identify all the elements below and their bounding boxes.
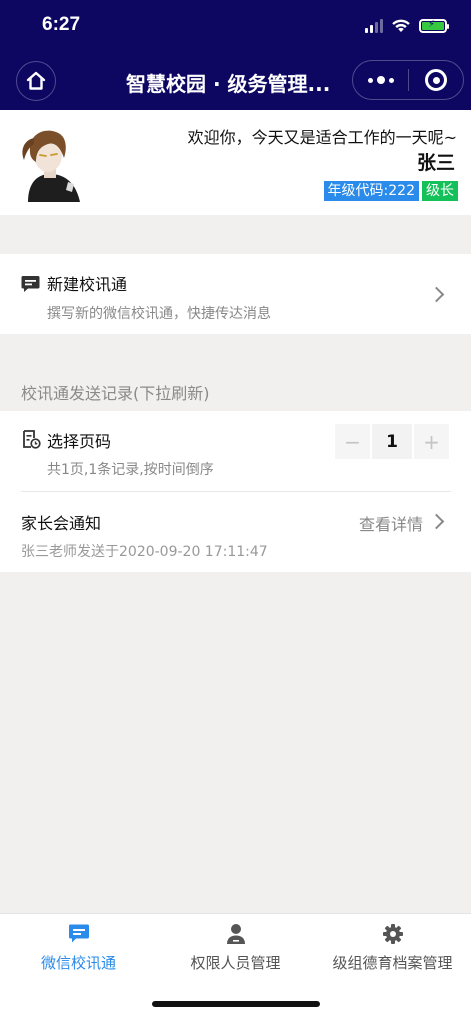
user-name: 张三 bbox=[416, 152, 455, 174]
document-clock-icon bbox=[23, 430, 41, 449]
page-select-title: 选择页码 bbox=[47, 432, 112, 451]
signal-icon bbox=[365, 19, 383, 33]
new-message-desc: 撰写新的微信校讯通，快捷传达消息 bbox=[47, 306, 271, 322]
user-card: 欢迎你，今天又是适合工作的一天呢~ 张三 年级代码:222 级长 bbox=[0, 110, 471, 215]
miniprogram-capsule bbox=[352, 60, 464, 100]
person-icon bbox=[226, 924, 245, 944]
home-icon bbox=[26, 71, 46, 90]
tab-label: 级组德育档案管理 bbox=[332, 954, 453, 972]
role-badge: 级长 bbox=[422, 181, 458, 201]
page-stepper: − 1 + bbox=[335, 424, 449, 459]
tab-wechat-message[interactable]: 微信校讯通 bbox=[0, 922, 157, 973]
top-header: 6:27 ⚡ 智慧校园 · 级务管理... bbox=[0, 0, 471, 110]
record-title: 家长会通知 bbox=[21, 514, 102, 533]
gear-icon bbox=[382, 924, 403, 944]
records-section-title: 校讯通发送记录(下拉刷新) bbox=[21, 384, 210, 403]
new-message-title: 新建校讯通 bbox=[47, 275, 128, 294]
home-button[interactable] bbox=[16, 61, 56, 101]
wifi-icon bbox=[392, 19, 410, 32]
page-title: 智慧校园 · 级务管理... bbox=[126, 72, 331, 96]
records-panel: 选择页码 共1页,1条记录,按时间倒序 − 1 + 家长会通知 张三老师发送于2… bbox=[0, 411, 471, 572]
stepper-value[interactable]: 1 bbox=[372, 424, 412, 459]
page-select-desc: 共1页,1条记录,按时间倒序 bbox=[47, 462, 214, 478]
dot-icon bbox=[376, 76, 385, 84]
user-badges: 年级代码:222 级长 bbox=[323, 181, 458, 201]
stepper-minus-button[interactable]: − bbox=[335, 424, 370, 459]
message-icon bbox=[21, 276, 40, 292]
dot-icon bbox=[388, 77, 394, 83]
tab-permission-staff[interactable]: 权限人员管理 bbox=[157, 922, 314, 973]
view-details-link[interactable]: 查看详情 bbox=[359, 511, 423, 535]
status-icons: ⚡ bbox=[365, 16, 449, 36]
avatar bbox=[22, 130, 80, 202]
battery-icon: ⚡ bbox=[419, 19, 449, 33]
tab-moral-archive[interactable]: 级组德育档案管理 bbox=[314, 922, 471, 973]
close-target-icon bbox=[425, 69, 447, 91]
message-icon bbox=[68, 924, 89, 943]
close-button[interactable] bbox=[409, 69, 463, 91]
chevron-right-icon bbox=[428, 513, 445, 530]
dot-icon bbox=[367, 77, 373, 83]
chevron-right-icon bbox=[428, 286, 445, 303]
record-sender-time: 张三老师发送于2020-09-20 17:11:47 bbox=[21, 544, 268, 560]
new-message-cell[interactable]: 新建校讯通 撰写新的微信校讯通，快捷传达消息 bbox=[0, 254, 471, 334]
status-time: 6:27 bbox=[42, 14, 81, 35]
home-indicator bbox=[152, 1001, 320, 1007]
welcome-text: 欢迎你，今天又是适合工作的一天呢~ bbox=[187, 128, 457, 147]
grade-code-badge: 年级代码:222 bbox=[323, 181, 419, 201]
divider bbox=[21, 491, 451, 492]
more-button[interactable] bbox=[353, 76, 408, 84]
tab-label: 微信校讯通 bbox=[40, 954, 116, 972]
tab-label: 权限人员管理 bbox=[190, 954, 281, 972]
stepper-plus-button[interactable]: + bbox=[414, 424, 449, 459]
